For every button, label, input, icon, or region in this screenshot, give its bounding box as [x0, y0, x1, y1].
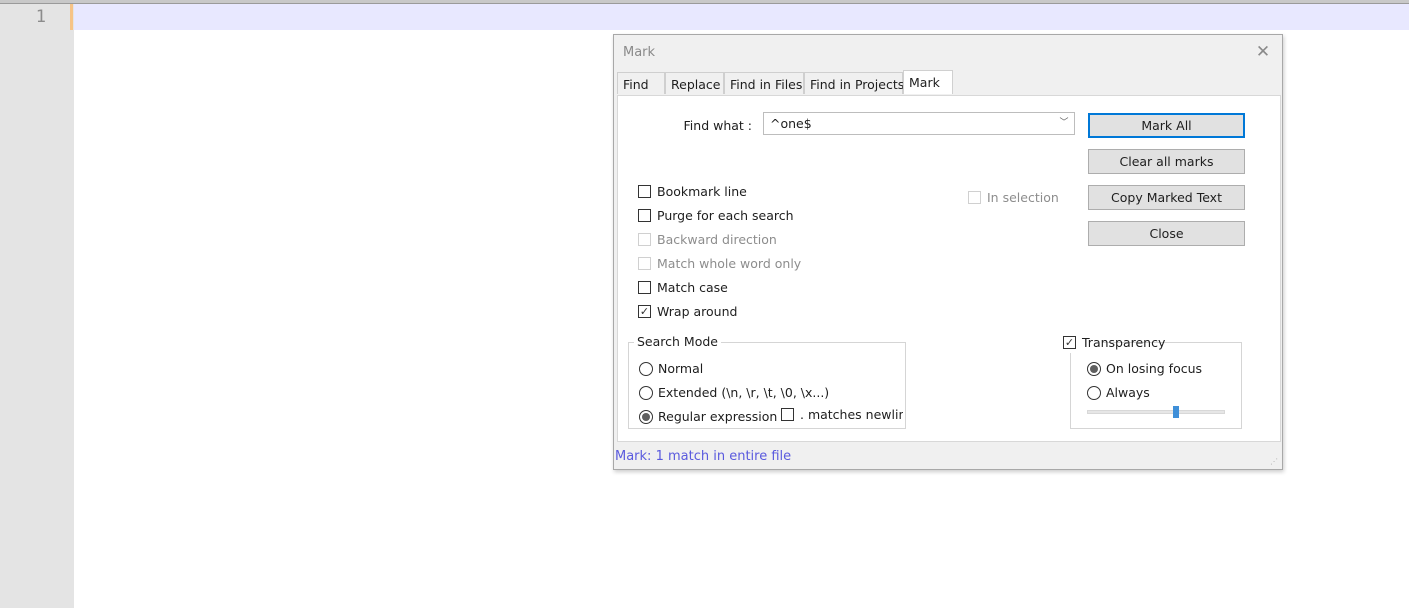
bookmark-line-label: Bookmark line: [657, 184, 747, 199]
mark-all-button[interactable]: Mark All: [1088, 113, 1245, 138]
tab-find-in-files[interactable]: Find in Files: [724, 72, 804, 94]
close-icon[interactable]: ✕: [1254, 43, 1272, 61]
line-number: 1: [35, 7, 46, 27]
matches-newline-checkbox[interactable]: [781, 408, 794, 421]
transparency-checkbox[interactable]: ✓: [1063, 336, 1076, 349]
chevron-down-icon[interactable]: ﹀: [1058, 116, 1070, 130]
change-history-marker: [70, 4, 73, 30]
match-case-checkbox[interactable]: [638, 281, 651, 294]
backward-direction-label: Backward direction: [657, 232, 777, 247]
purge-checkbox[interactable]: [638, 209, 651, 222]
on-losing-focus-radio[interactable]: [1087, 362, 1101, 376]
matches-newline-label: . matches newline: [800, 407, 903, 422]
normal-label: Normal: [658, 361, 704, 376]
line-number-gutter: [0, 4, 74, 608]
find-what-combobox[interactable]: ^one$ ﹀: [763, 112, 1075, 135]
tab-mark[interactable]: Mark: [903, 70, 953, 94]
resize-grip-icon[interactable]: ⋰: [1270, 457, 1280, 467]
search-mode-group: Search Mode Normal Extended (\n, \r, \t,…: [628, 334, 906, 429]
wrap-around-label: Wrap around: [657, 304, 738, 319]
in-selection-checkbox: [968, 191, 981, 204]
find-what-label: Find what :: [683, 118, 752, 133]
transparency-group: ✓ Transparency On losing focus Always: [1063, 335, 1242, 429]
tab-replace[interactable]: Replace: [665, 72, 724, 94]
tab-find[interactable]: Find: [617, 72, 665, 94]
search-mode-title: Search Mode: [634, 334, 721, 349]
close-button[interactable]: Close: [1088, 221, 1245, 246]
transparency-label: Transparency: [1082, 335, 1166, 350]
tab-find-in-projects[interactable]: Find in Projects: [804, 72, 904, 94]
match-case-label: Match case: [657, 280, 728, 295]
copy-marked-text-button[interactable]: Copy Marked Text: [1088, 185, 1245, 210]
purge-label: Purge for each search: [657, 208, 794, 223]
regex-radio[interactable]: [639, 410, 653, 424]
transparency-slider-track[interactable]: [1087, 410, 1225, 414]
find-what-input[interactable]: ^one$: [770, 116, 812, 131]
whole-word-checkbox: [638, 257, 651, 270]
whole-word-label: Match whole word only: [657, 256, 802, 271]
backward-direction-checkbox: [638, 233, 651, 246]
in-selection-label: In selection: [987, 190, 1059, 205]
dialog-title: Mark: [623, 45, 656, 60]
transparency-slider-thumb[interactable]: [1173, 406, 1179, 418]
extended-label: Extended (\n, \r, \t, \0, \x...): [658, 385, 830, 400]
current-line-highlight[interactable]: [74, 4, 1409, 30]
always-label: Always: [1106, 385, 1150, 400]
wrap-around-checkbox[interactable]: ✓: [638, 305, 651, 318]
on-losing-focus-label: On losing focus: [1106, 361, 1203, 376]
mark-dialog: Mark ✕ Find Replace Find in Files Find i…: [613, 34, 1283, 470]
regex-label: Regular expression: [658, 409, 778, 424]
always-radio[interactable]: [1087, 386, 1101, 400]
matches-newline-option[interactable]: . matches newline: [781, 407, 903, 425]
mark-panel: Find what : ^one$ ﹀ Mark All Clear all m…: [617, 95, 1281, 442]
status-message: Mark: 1 match in entire file: [615, 449, 792, 464]
clear-all-marks-button[interactable]: Clear all marks: [1088, 149, 1245, 174]
extended-radio[interactable]: [639, 386, 653, 400]
transparency-option[interactable]: ✓ Transparency: [1063, 335, 1165, 353]
normal-radio[interactable]: [639, 362, 653, 376]
bookmark-line-checkbox[interactable]: [638, 185, 651, 198]
